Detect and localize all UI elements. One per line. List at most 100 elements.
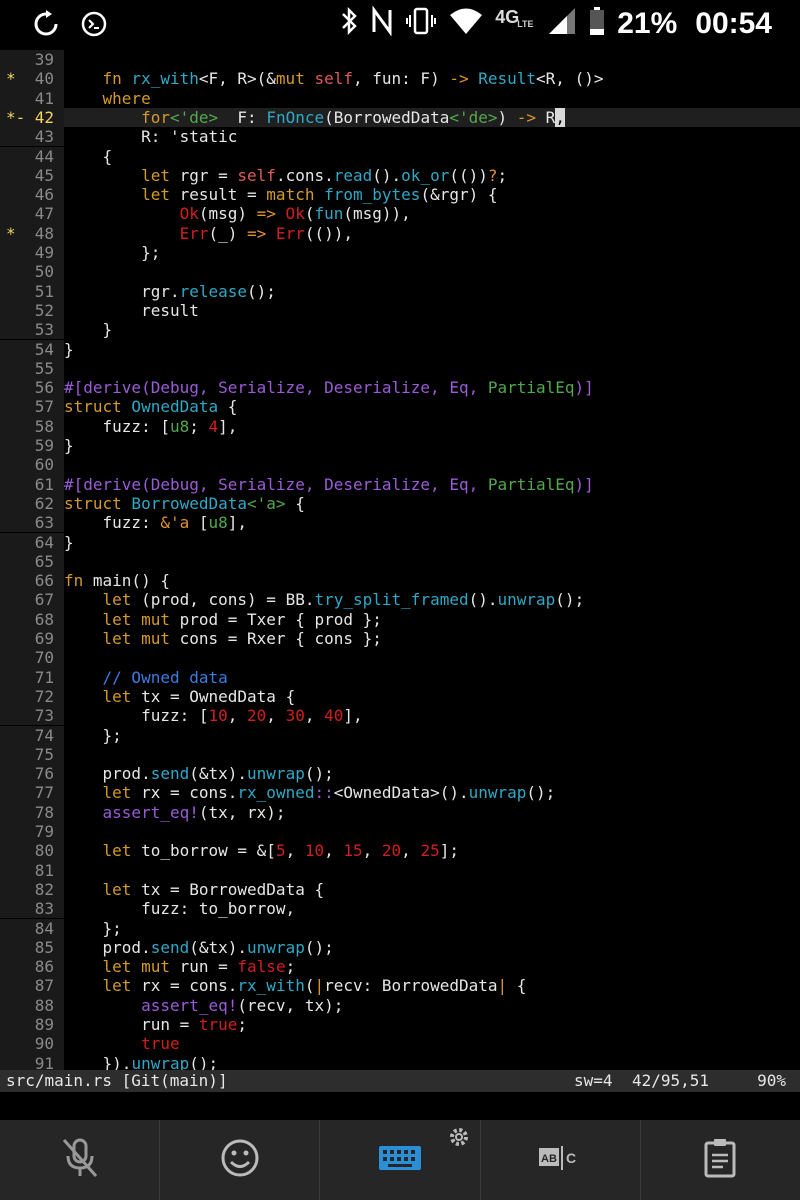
code-line[interactable]: 67 let (prod, cons) = BB.try_split_frame… [0, 590, 800, 610]
code-line[interactable]: 88 assert_eq!(recv, tx); [0, 995, 800, 1015]
code-editor[interactable]: 39 * 40 fn rx_with<F, R>(&mut self, fun: F… [0, 50, 800, 1073]
code-line[interactable]: * 48 Err(_) => Err(()), [0, 223, 800, 243]
line-gutter: 85 [0, 937, 64, 958]
code-line[interactable]: 90 true [0, 1034, 800, 1054]
gear-icon[interactable] [448, 1126, 470, 1153]
code-line[interactable]: 79 [0, 822, 800, 842]
code-line[interactable]: 81 [0, 860, 800, 880]
code-line[interactable]: 84 }; [0, 918, 800, 938]
code-line[interactable]: 60 [0, 455, 800, 475]
code-text: let rx = cons.rx_with(|recv: BorrowedDat… [102, 976, 527, 996]
line-gutter: 84 [0, 918, 64, 938]
line-number: 84 [34, 918, 54, 938]
code-line[interactable]: 65 [0, 551, 800, 572]
code-line[interactable]: 80 let to_borrow = &[5, 10, 15, 20, 25]; [0, 841, 800, 861]
line-gutter: 65 [0, 551, 64, 572]
line-gutter: *- 42 [0, 107, 64, 128]
code-line[interactable]: 39 [0, 50, 800, 70]
code-line[interactable]: 73 fuzz: [10, 20, 30, 40], [0, 706, 800, 726]
code-line[interactable]: 83 fuzz: to_borrow, [0, 899, 800, 919]
code-line[interactable]: 70 [0, 648, 800, 668]
code-line[interactable]: 85 prod.send(&tx).unwrap(); [0, 937, 800, 958]
code-text: for<'de> F: FnOnce(BorrowedData<'de>) ->… [64, 107, 800, 128]
line-gutter: 41 [0, 88, 64, 108]
code-line[interactable]: 54} [0, 339, 800, 359]
line-gutter: 59 [0, 436, 64, 456]
signal-icon [547, 6, 577, 41]
code-line[interactable]: 61 #[derive(Debug, Serialize, Deserialize… [0, 474, 800, 494]
code-line[interactable]: 66 fn main() { [0, 571, 800, 591]
code-line[interactable]: 56 #[derive(Debug, Serialize, Deserialize… [0, 378, 800, 398]
network-type-label: 4G [495, 6, 520, 27]
code-text: run = true; [64, 1015, 248, 1034]
code-line[interactable]: 75 [0, 744, 800, 765]
code-text: } [64, 532, 74, 552]
code-line[interactable]: 63 fuzz: &'a [u8], [0, 513, 800, 533]
code-line[interactable]: 78 assert_eq!(tx, rx); [0, 802, 800, 822]
code-line[interactable]: 46 let result = match from_bytes(&rgr) { [0, 185, 800, 205]
code-line[interactable]: 74 }; [0, 725, 800, 745]
code-text: true [141, 1034, 180, 1054]
line-gutter: 45 [0, 165, 64, 186]
line-gutter: 46 [0, 185, 64, 205]
line-number: 41 [34, 88, 54, 108]
line-gutter: 51 [0, 281, 64, 301]
code-line[interactable]: 86 let mut run = false; [0, 957, 800, 977]
spellcheck-button[interactable]: AB C [481, 1120, 641, 1200]
code-line[interactable]: *- 42 for<'de> F: FnOnce(BorrowedData<'de… [0, 107, 800, 128]
line-number: 56 [34, 378, 54, 398]
keyboard-button[interactable] [320, 1120, 481, 1200]
line-number: 86 [34, 957, 54, 977]
code-line[interactable]: 71 // Owned data [0, 667, 800, 687]
code-line[interactable]: 64} [0, 532, 800, 552]
line-gutter: 86 [0, 957, 64, 977]
code-line[interactable]: 59} [0, 436, 800, 456]
code-line[interactable]: 62 struct BorrowedData<'a> { [0, 493, 800, 514]
line-number: 74 [34, 725, 54, 745]
code-text: rgr.release(); [64, 281, 276, 301]
code-text: fuzz: [10, 20, 30, 40], [64, 706, 363, 726]
code-line[interactable]: 87 let rx = cons.rx_with(|recv: Borrowed… [0, 976, 800, 996]
line-number: 51 [34, 281, 54, 301]
code-text: }; [64, 725, 122, 745]
code-text: fuzz: [u8; 4], [64, 416, 238, 436]
emoji-button[interactable] [160, 1120, 321, 1200]
code-line[interactable]: 77 let rx = cons.rx_owned::<OwnedData>()… [0, 783, 800, 803]
code-line[interactable]: 51 rgr.release(); [0, 281, 800, 301]
bluetooth-icon [339, 6, 359, 41]
code-text: struct OwnedData { [64, 397, 238, 417]
line-gutter: 74 [0, 725, 64, 745]
code-line[interactable]: 58 fuzz: [u8; 4], [0, 416, 800, 436]
line-number: 87 [34, 976, 54, 996]
code-line[interactable]: 44 { [0, 146, 800, 166]
code-line[interactable]: * 40 fn rx_with<F, R>(&mut self, fun: F) … [0, 69, 800, 89]
code-line[interactable]: 50 [0, 262, 800, 282]
code-text: let (prod, cons) = BB.try_split_framed()… [102, 590, 585, 610]
mic-button[interactable] [0, 1120, 161, 1200]
vim-status-line: src/main.rs [Git(main)] sw=4 42/95,51 90… [0, 1070, 800, 1092]
code-line[interactable]: 53 } [0, 320, 800, 340]
shiftwidth: sw=4 [574, 1071, 613, 1090]
code-line[interactable]: 69 let mut cons = Rxer { cons }; [0, 629, 800, 649]
code-line[interactable]: 43 R: 'static [0, 127, 800, 147]
code-line[interactable]: 82 let tx = BorrowedData { [0, 879, 800, 900]
code-line[interactable]: 45 let rgr = self.cons.read().ok_or(())?… [0, 165, 800, 186]
code-line[interactable]: 55 [0, 358, 800, 379]
code-line[interactable]: 72 let tx = OwnedData { [0, 686, 800, 707]
code-line[interactable]: 76 prod.send(&tx).unwrap(); [0, 764, 800, 784]
code-line[interactable]: 41 where [0, 88, 800, 108]
svg-text:C: C [566, 1150, 576, 1166]
line-number: 65 [34, 551, 54, 571]
nfc-icon [371, 5, 393, 41]
code-line[interactable]: 89 run = true; [0, 1015, 800, 1035]
code-text: #[derive(Debug, Serialize, Deserialize, … [64, 378, 594, 398]
line-gutter: 44 [0, 146, 64, 166]
code-line[interactable]: 57 struct OwnedData { [0, 397, 800, 417]
code-line[interactable]: 49 }; [0, 243, 800, 263]
clipboard-icon [703, 1138, 737, 1183]
code-line[interactable]: 68 let mut prod = Txer { prod }; [0, 609, 800, 629]
code-line[interactable]: 52 result [0, 300, 800, 321]
line-number: 58 [34, 416, 54, 436]
code-line[interactable]: 47 Ok(msg) => Ok(fun(msg)), [0, 204, 800, 224]
clipboard-button[interactable] [641, 1120, 800, 1200]
